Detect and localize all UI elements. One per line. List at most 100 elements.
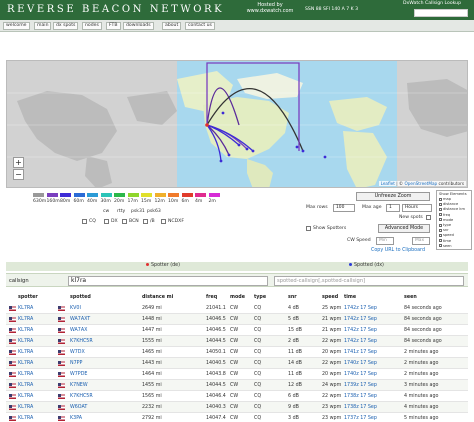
cell-spotted[interactable]: K7KHC5R bbox=[70, 339, 93, 344]
table-row[interactable]: KL7RA K7KHC5R 1555 mi 14044.5 CW CQ 2 dB 22 wpm… bbox=[6, 336, 468, 347]
column-header-time[interactable]: time bbox=[344, 295, 356, 300]
band-toggle-160m[interactable]: 160m bbox=[47, 199, 60, 204]
max-age-unit-select[interactable]: Hours bbox=[402, 204, 432, 212]
cell-spotter[interactable]: KL7RA bbox=[18, 328, 33, 333]
band-toggle-4m[interactable]: 4m bbox=[195, 199, 202, 204]
cell-spotter[interactable]: KL7RA bbox=[18, 361, 33, 366]
spotter-callsign-input[interactable]: kl7ra bbox=[68, 276, 268, 286]
type-checkbox-ncdxf[interactable] bbox=[161, 219, 166, 224]
cell-spotter[interactable]: KL7RA bbox=[18, 372, 33, 377]
table-row[interactable]: KL7RA K3PA 2792 mi 14047.4 CW CQ 3 dB 23 wpm 173… bbox=[6, 413, 468, 422]
show-element-checkbox[interactable] bbox=[439, 207, 442, 211]
show-element-snr[interactable]: snr bbox=[439, 228, 449, 232]
column-header-distance-mi[interactable]: distance mi bbox=[142, 295, 173, 300]
show-element-checkbox[interactable] bbox=[439, 218, 442, 222]
nav-about[interactable]: about bbox=[162, 22, 182, 30]
nav-welcome[interactable]: welcome bbox=[3, 22, 30, 30]
mode-toggle-psk63[interactable]: psk63 bbox=[147, 209, 161, 214]
band-toggle-80m[interactable]: 80m bbox=[60, 199, 70, 204]
show-element-mode[interactable]: mode bbox=[439, 218, 453, 222]
cell-spotted[interactable]: K3PA bbox=[70, 416, 82, 421]
osm-link[interactable]: OpenStreetMap bbox=[404, 181, 437, 186]
show-element-checkbox[interactable] bbox=[439, 228, 442, 232]
cell-spotted[interactable]: WA7AX bbox=[70, 328, 87, 333]
table-row[interactable]: KL7RA KV0I 2649 mi 21041.1 CW CQ 4 dB 25 wpm 174… bbox=[6, 303, 468, 314]
band-toggle-630m[interactable]: 630m bbox=[33, 199, 46, 204]
zoom-in-button[interactable]: + bbox=[13, 157, 24, 168]
table-row[interactable]: KL7RA WA7AX 1447 mi 14046.5 CW CQ 15 dB 21 wpm 1… bbox=[6, 325, 468, 336]
cell-spotter[interactable]: KL7RA bbox=[18, 416, 33, 421]
band-toggle-40m[interactable]: 40m bbox=[87, 199, 97, 204]
show-element-distance-km[interactable]: distance km bbox=[439, 207, 465, 211]
site-logo[interactable]: REVERSE BEACON NETWORK bbox=[7, 4, 224, 15]
show-spotters-checkbox[interactable] bbox=[306, 226, 311, 231]
cell-spotted[interactable]: W7PDE bbox=[70, 372, 87, 377]
show-element-checkbox[interactable] bbox=[439, 233, 442, 237]
type-checkbox-bcn[interactable] bbox=[122, 219, 127, 224]
band-toggle-6m[interactable]: 6m bbox=[182, 199, 189, 204]
table-row[interactable]: KL7RA WA7AXT 1448 mi 14046.5 CW CQ 5 dB 21 wpm 1… bbox=[6, 314, 468, 325]
table-row[interactable]: KL7RA W7PDE 1464 mi 14043.8 CW CQ 11 dB 20 wpm 1… bbox=[6, 369, 468, 380]
column-header-type[interactable]: type bbox=[254, 295, 266, 300]
unfreeze-zoom-button[interactable]: Unfreeze Zoom bbox=[356, 192, 430, 201]
show-element-type[interactable]: type bbox=[439, 223, 451, 227]
zoom-out-button[interactable]: − bbox=[13, 169, 24, 180]
show-element-checkbox[interactable] bbox=[439, 244, 442, 248]
nav-dx-spots[interactable]: dx spots bbox=[53, 22, 79, 30]
leaflet-link[interactable]: Leaflet bbox=[381, 181, 395, 186]
cell-spotted[interactable]: W6OAT bbox=[70, 405, 87, 410]
show-element-seen[interactable]: seen bbox=[439, 244, 452, 248]
column-header-mode[interactable]: mode bbox=[230, 295, 245, 300]
band-toggle-30m[interactable]: 30m bbox=[101, 199, 111, 204]
cell-spotter[interactable]: KL7RA bbox=[18, 383, 33, 388]
cell-spotted[interactable]: WA7AXT bbox=[70, 317, 90, 322]
cell-spotted[interactable]: W7DX bbox=[70, 350, 85, 355]
show-element-map[interactable]: map bbox=[439, 197, 451, 201]
hosted-by[interactable]: Hosted by www.dxwatch.com bbox=[240, 2, 300, 14]
mode-toggle-rtty[interactable]: rtty bbox=[117, 209, 125, 214]
spot-map[interactable]: + − Leaflet | © OpenStreetMap contributo… bbox=[6, 60, 468, 188]
spotted-callsign-input[interactable]: spotted-callsign[,spotted-callsign] bbox=[274, 276, 464, 286]
column-header-freq[interactable]: freq bbox=[206, 295, 217, 300]
band-toggle-12m[interactable]: 12m bbox=[155, 199, 165, 204]
type-checkbox-dx[interactable] bbox=[104, 219, 109, 224]
band-toggle-20m[interactable]: 20m bbox=[114, 199, 124, 204]
cw-max-input[interactable]: Max bbox=[412, 237, 430, 245]
column-header-seen[interactable]: seen bbox=[404, 295, 417, 300]
show-element-checkbox[interactable] bbox=[439, 223, 442, 227]
cell-spotted[interactable]: K7KHC5R bbox=[70, 394, 93, 399]
show-element-checkbox[interactable] bbox=[439, 239, 442, 243]
nav-downloads[interactable]: downloads bbox=[123, 22, 154, 30]
cell-spotted[interactable]: N7PP bbox=[70, 361, 82, 366]
show-element-speed[interactable]: speed bbox=[439, 233, 454, 237]
nav-nodes[interactable]: nodes bbox=[82, 22, 102, 30]
cell-spotted[interactable]: K7NEW bbox=[70, 383, 88, 388]
nav-contact-us[interactable]: contact us bbox=[185, 22, 215, 30]
copy-url-link[interactable]: Copy URL to Clipboard bbox=[371, 248, 425, 253]
column-header-spotter[interactable]: spotter bbox=[18, 295, 38, 300]
band-toggle-17m[interactable]: 17m bbox=[128, 199, 138, 204]
cell-spotter[interactable]: KL7RA bbox=[18, 306, 33, 311]
new-spots-checkbox[interactable] bbox=[426, 215, 431, 220]
column-header-snr[interactable]: snr bbox=[288, 295, 297, 300]
type-checkbox-b[interactable] bbox=[143, 219, 148, 224]
band-toggle-10m[interactable]: 10m bbox=[168, 199, 178, 204]
band-toggle-2m[interactable]: 2m bbox=[209, 199, 216, 204]
band-toggle-15m[interactable]: 15m bbox=[141, 199, 151, 204]
advanced-mode-button[interactable]: Advanced Mode bbox=[378, 224, 430, 233]
max-age-input[interactable]: 1 bbox=[386, 204, 400, 212]
nav-main[interactable]: main bbox=[34, 22, 52, 30]
table-row[interactable]: KL7RA W6OAT 2232 mi 14040.3 CW CQ 9 dB 23 wpm 17… bbox=[6, 402, 468, 413]
show-element-distance[interactable]: distance bbox=[439, 202, 458, 206]
table-row[interactable]: KL7RA K7KHC5R 1565 mi 14046.4 CW CQ 6 dB 22 wpm… bbox=[6, 391, 468, 402]
cw-min-input[interactable]: Min bbox=[376, 237, 394, 245]
nav-ftb[interactable]: FTB bbox=[106, 22, 121, 30]
band-toggle-60m[interactable]: 60m bbox=[74, 199, 84, 204]
dxwatch-link[interactable]: www.dxwatch.com bbox=[240, 8, 300, 14]
show-element-checkbox[interactable] bbox=[439, 197, 442, 201]
cell-spotter[interactable]: KL7RA bbox=[18, 405, 33, 410]
cell-spotter[interactable]: KL7RA bbox=[18, 339, 33, 344]
mode-toggle-cw[interactable]: cw bbox=[103, 209, 109, 214]
table-row[interactable]: KL7RA N7PP 1443 mi 14040.5 CW CQ 14 dB 22 wpm 17… bbox=[6, 358, 468, 369]
column-header-spotted[interactable]: spotted bbox=[70, 295, 91, 300]
